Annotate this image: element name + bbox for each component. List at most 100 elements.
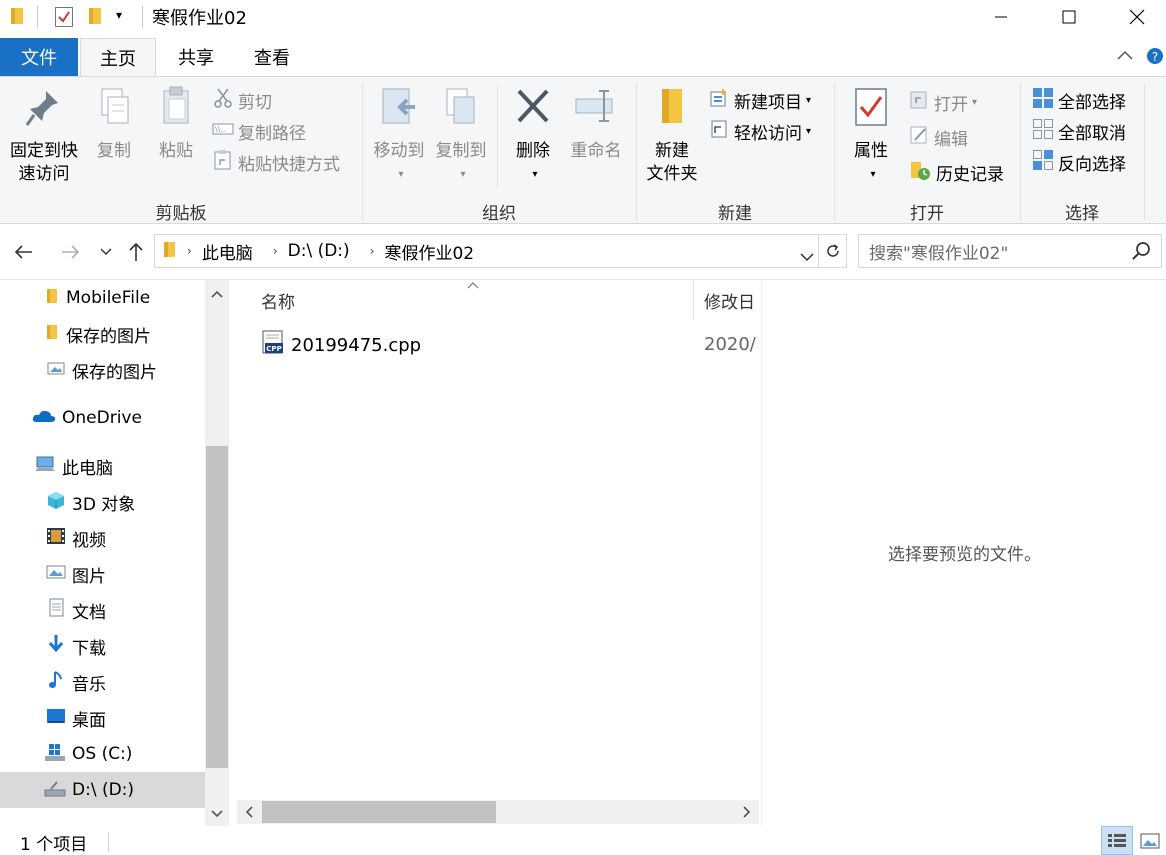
nav-item-drive-d[interactable]: D:\ (D:)	[0, 772, 205, 808]
film-icon	[46, 526, 66, 551]
new-folder-button[interactable]: 新建 文件夹	[642, 85, 702, 186]
paste-label: 粘贴	[159, 141, 193, 161]
nav-item-this-pc[interactable]: 此电脑	[0, 448, 205, 484]
select-none-button[interactable]: 全部取消	[1032, 118, 1126, 144]
nav-item-label: 下载	[72, 638, 106, 659]
nav-item-pictures[interactable]: 图片	[0, 556, 205, 592]
properties-quick-icon[interactable]	[54, 6, 74, 33]
cut-button[interactable]: 剪切	[212, 87, 272, 113]
easy-access-button[interactable]: 轻松访问 ▾	[708, 118, 811, 144]
breadcrumb-current-folder[interactable]: 寒假作业02	[384, 239, 474, 264]
group-separator	[1144, 83, 1145, 221]
refresh-button[interactable]	[819, 234, 847, 268]
column-separator[interactable]	[693, 280, 694, 320]
up-button[interactable]	[122, 238, 150, 266]
copy-button[interactable]: 复制	[88, 85, 140, 163]
move-to-button[interactable]: 移动到 ▾	[368, 85, 430, 186]
scroll-up-icon[interactable]	[205, 282, 229, 306]
select-all-button[interactable]: 全部选择	[1032, 87, 1126, 113]
collapse-ribbon-icon[interactable]	[1116, 46, 1134, 66]
column-header-name[interactable]: 名称	[261, 288, 295, 313]
nav-item-saved-pictures-library[interactable]: 保存的图片	[0, 352, 205, 388]
breadcrumb-drive-d[interactable]: D:\ (D:)	[288, 241, 350, 261]
delete-button[interactable]: 删除 ▾	[506, 85, 560, 186]
breadcrumb-chevron-icon[interactable]: ›	[187, 244, 192, 258]
nav-item-label: OS (C:)	[72, 744, 133, 764]
new-item-dropdown-icon: ▾	[806, 94, 812, 106]
tab-file[interactable]: 文件	[0, 38, 78, 76]
copy-to-icon	[430, 85, 492, 136]
move-to-dropdown-icon: ▾	[398, 169, 404, 180]
tab-view[interactable]: 查看	[236, 38, 308, 76]
nav-item-documents[interactable]: 文档	[0, 592, 205, 628]
paste-shortcut-button[interactable]: 粘贴快捷方式	[212, 149, 340, 175]
folder-icon	[46, 323, 60, 346]
breadcrumb-chevron-icon[interactable]: ›	[273, 244, 278, 258]
cpp-file-icon: CPP	[261, 330, 285, 361]
search-input[interactable]: 搜索"寒假作业02"	[858, 234, 1162, 268]
file-list-scroll-thumb[interactable]	[262, 801, 496, 823]
rename-button[interactable]: 重命名	[565, 85, 627, 163]
address-dropdown-icon[interactable]	[800, 247, 814, 267]
nav-item-music[interactable]: 音乐	[0, 664, 205, 700]
scroll-right-icon[interactable]	[735, 800, 759, 824]
select-all-icon	[1032, 87, 1054, 114]
new-item-button[interactable]: 新建项目 ▾	[708, 87, 811, 113]
search-icon[interactable]	[1131, 241, 1151, 266]
pin-quick-access-button[interactable]: 固定到快 速访问	[4, 85, 84, 186]
file-row[interactable]: CPP 20199475.cpp	[261, 330, 421, 360]
group-label-open: 打开	[910, 204, 944, 224]
nav-item-saved-pictures[interactable]: 保存的图片	[0, 316, 205, 352]
properties-button[interactable]: 属性 ▾	[844, 85, 898, 186]
properties-icon	[844, 85, 898, 136]
copy-path-button[interactable]: \\.. 复制路径	[212, 118, 306, 144]
group-label-select: 选择	[1065, 204, 1099, 224]
nav-item-3d-objects[interactable]: 3D 对象	[0, 484, 205, 520]
breadcrumb-chevron-icon[interactable]: ›	[370, 244, 375, 258]
recent-locations-button[interactable]	[92, 238, 120, 266]
nav-item-desktop[interactable]: 桌面	[0, 700, 205, 736]
window-title: 寒假作业02	[152, 8, 247, 29]
column-header-modified[interactable]: 修改日	[704, 288, 755, 313]
details-view-button[interactable]	[1101, 826, 1133, 855]
rename-label: 重命名	[570, 141, 622, 161]
title-bar: ▾ 寒假作业02	[0, 0, 1166, 34]
help-icon[interactable]: ?	[1146, 46, 1164, 71]
nav-item-mobilefile[interactable]: MobileFile	[0, 280, 205, 316]
scroll-left-icon[interactable]	[237, 800, 261, 824]
open-button[interactable]: 打开 ▾	[908, 89, 977, 115]
quick-access-dropdown-icon[interactable]: ▾	[116, 8, 122, 22]
nav-item-onedrive[interactable]: OneDrive	[0, 400, 205, 436]
maximize-button[interactable]	[1040, 0, 1098, 34]
copy-to-button[interactable]: 复制到 ▾	[430, 85, 492, 186]
forward-button[interactable]	[56, 238, 84, 266]
back-button[interactable]	[10, 238, 38, 266]
nav-pane-scrollbar[interactable]	[205, 280, 229, 826]
large-icons-view-button[interactable]	[1134, 826, 1166, 855]
new-folder-quick-icon[interactable]	[88, 6, 104, 31]
file-list-hscrollbar[interactable]	[237, 800, 759, 824]
nav-item-label: 3D 对象	[72, 494, 136, 515]
nav-item-drive-c[interactable]: OS (C:)	[0, 736, 205, 772]
tab-share[interactable]: 共享	[160, 38, 232, 76]
details-view-icon	[1108, 833, 1126, 847]
edit-button[interactable]: 编辑	[908, 124, 968, 150]
nav-item-videos[interactable]: 视频	[0, 520, 205, 556]
breadcrumb-this-pc[interactable]: 此电脑	[202, 239, 253, 264]
history-button[interactable]: 历史记录	[908, 159, 1004, 185]
paste-button[interactable]: 粘贴	[150, 85, 202, 163]
close-button[interactable]	[1108, 0, 1166, 34]
minimize-button[interactable]	[972, 0, 1030, 34]
easy-access-dropdown-icon: ▾	[806, 125, 812, 137]
document-icon	[46, 598, 66, 623]
delete-dropdown-icon: ▾	[532, 169, 538, 180]
tab-home[interactable]: 主页	[80, 38, 156, 77]
nav-pane-scroll-thumb[interactable]	[206, 446, 228, 768]
refresh-icon	[826, 244, 839, 257]
address-bar[interactable]: › 此电脑 › D:\ (D:) › 寒假作业02	[154, 234, 819, 268]
open-icon	[908, 89, 930, 116]
invert-selection-button[interactable]: 反向选择	[1032, 149, 1126, 175]
scroll-down-icon[interactable]	[205, 802, 229, 826]
nav-item-downloads[interactable]: 下载	[0, 628, 205, 664]
cube-3d-icon	[46, 490, 66, 515]
